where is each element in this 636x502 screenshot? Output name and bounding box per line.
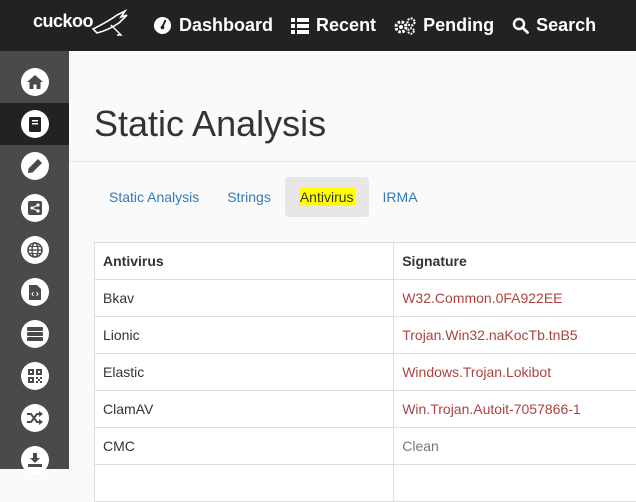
sidebar-item-network[interactable] <box>0 229 69 271</box>
signature-value: Windows.Trojan.Lokibot <box>394 354 636 391</box>
list-icon <box>291 18 309 34</box>
tab-static-analysis[interactable]: Static Analysis <box>95 177 213 217</box>
title-divider <box>69 161 636 162</box>
cuckoo-logo[interactable]: cuckoo <box>33 11 128 41</box>
antivirus-name: ClamAV <box>95 391 394 428</box>
sidebar-icon-wrap <box>21 194 49 222</box>
nav-recent[interactable]: Recent <box>291 15 376 36</box>
table-row: Bkav W32.Common.0FA922EE <box>95 280 636 317</box>
table-row: Elastic Windows.Trojan.Lokibot <box>95 354 636 391</box>
tab-antivirus[interactable]: Antivirus <box>285 177 369 217</box>
logo-text: cuckoo <box>33 11 93 31</box>
globe-icon <box>27 242 43 258</box>
server-icon <box>27 327 43 341</box>
nav-recent-label: Recent <box>316 15 376 36</box>
top-navbar: cuckoo Dashboard Recent <box>0 0 636 51</box>
nav-pending[interactable]: Pending <box>394 15 494 36</box>
nav-search-label: Search <box>536 15 596 36</box>
table-row: ClamAV Win.Trojan.Autoit-7057866-1 <box>95 391 636 428</box>
sidebar-item-share[interactable] <box>0 187 69 229</box>
tab-label: Antivirus <box>299 188 355 206</box>
home-icon <box>27 75 43 89</box>
tab-label: Static Analysis <box>109 189 199 205</box>
tab-irma[interactable]: IRMA <box>369 177 432 217</box>
signature-value: Clean <box>394 428 636 465</box>
tab-strings[interactable]: Strings <box>213 177 285 217</box>
share-icon <box>28 201 42 215</box>
sidebar-item-edit[interactable] <box>0 145 69 187</box>
antivirus-name: CMC <box>95 428 394 465</box>
sidebar-item-memory[interactable] <box>0 313 69 355</box>
table-row: CMC Clean <box>95 428 636 465</box>
sidebar-item-qrcode[interactable] <box>0 355 69 397</box>
signature-value: Win.Trojan.Autoit-7057866-1 <box>394 391 636 428</box>
sidebar-icon-wrap <box>21 362 49 390</box>
antivirus-name: Bkav <box>95 280 394 317</box>
bird-logo-icon <box>91 9 129 39</box>
antivirus-table: Antivirus Signature Bkav W32.Common.0FA9… <box>94 242 636 502</box>
sidebar-item-download[interactable] <box>0 439 69 481</box>
sidebar-icon-wrap <box>21 152 49 180</box>
sidebar-icon-wrap <box>21 404 49 432</box>
nav-search[interactable]: Search <box>512 15 596 36</box>
sidebar-icon-wrap <box>21 110 49 138</box>
header-signature: Signature <box>394 243 636 280</box>
tab-label: IRMA <box>383 189 418 205</box>
nav-dashboard[interactable]: Dashboard <box>153 15 273 36</box>
dashboard-icon <box>153 16 172 35</box>
sidebar-item-home[interactable] <box>0 61 69 103</box>
antivirus-name: Lionic <box>95 317 394 354</box>
sidebar-icon-wrap <box>21 68 49 96</box>
main-content: Static Analysis Static Analysis Strings … <box>69 51 636 469</box>
sidebar-icon-wrap <box>21 236 49 264</box>
sidebar-icon-wrap <box>21 446 49 474</box>
download-icon <box>28 453 42 467</box>
sidebar <box>0 51 69 469</box>
sidebar-icon-wrap <box>21 320 49 348</box>
cogs-icon <box>394 17 416 35</box>
sidebar-item-code[interactable] <box>0 271 69 313</box>
file-code-icon <box>29 285 41 300</box>
signature-value <box>394 465 636 502</box>
table-header-row: Antivirus Signature <box>95 243 636 280</box>
shuffle-icon <box>27 411 43 425</box>
search-icon <box>512 17 529 34</box>
table-row: Lionic Trojan.Win32.naKocTb.tnB5 <box>95 317 636 354</box>
nav-pending-label: Pending <box>423 15 494 36</box>
table-row <box>95 465 636 502</box>
analysis-tabs: Static Analysis Strings Antivirus IRMA <box>95 177 432 217</box>
page-title: Static Analysis <box>94 103 326 145</box>
sidebar-icon-wrap <box>21 278 49 306</box>
qrcode-icon <box>28 369 42 383</box>
antivirus-name: Elastic <box>95 354 394 391</box>
sidebar-item-compare[interactable] <box>0 397 69 439</box>
sidebar-item-static[interactable] <box>0 103 69 145</box>
antivirus-name <box>95 465 394 502</box>
tab-label: Strings <box>227 189 271 205</box>
signature-value: Trojan.Win32.naKocTb.tnB5 <box>394 317 636 354</box>
main-nav: Dashboard Recent Pending Sear <box>153 0 614 51</box>
pencil-icon <box>28 159 42 173</box>
signature-value: W32.Common.0FA922EE <box>394 280 636 317</box>
header-antivirus: Antivirus <box>95 243 394 280</box>
book-icon <box>29 117 41 132</box>
nav-dashboard-label: Dashboard <box>179 15 273 36</box>
